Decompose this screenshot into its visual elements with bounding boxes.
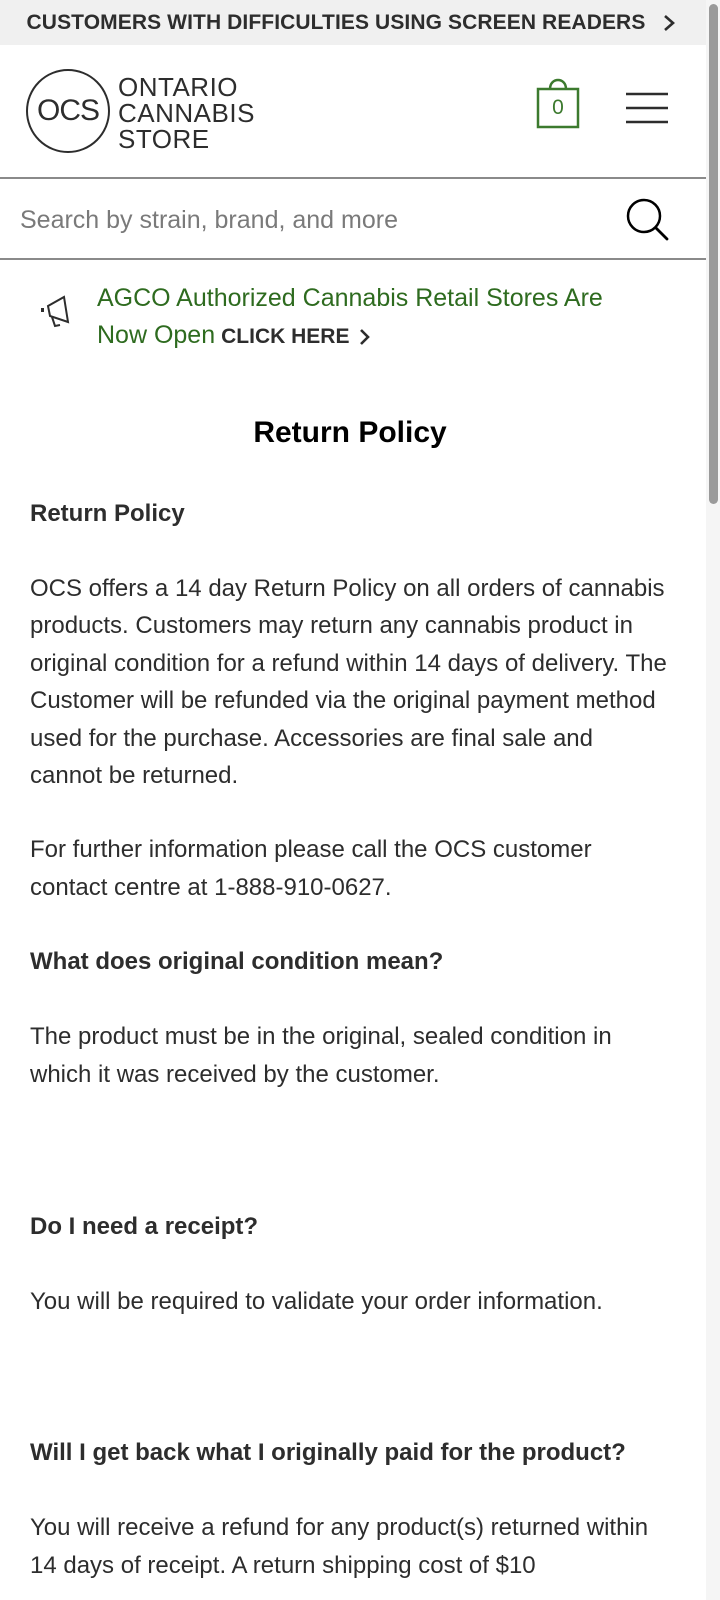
faq-answer-2: You will be required to validate your or… xyxy=(30,1288,603,1316)
click-here-link[interactable]: CLICK HERE xyxy=(221,318,371,355)
faq-answer-3: You will receive a refund for any produc… xyxy=(30,1514,649,1579)
faq-question-3: Will I get back what I originally paid f… xyxy=(30,1439,626,1467)
main-content: Return Policy Return Policy OCS offers a… xyxy=(30,410,670,1584)
chevron-right-icon xyxy=(664,14,676,31)
logo-line-2: CANNABIS xyxy=(118,98,255,128)
announcement-text[interactable]: AGCO Authorized Cannabis Retail Stores A… xyxy=(97,280,657,355)
return-policy-paragraph: OCS offers a 14 day Return Policy on all… xyxy=(30,575,667,790)
logo-line-3: STORE xyxy=(118,124,210,154)
faq-answer-1: The product must be in the original, sea… xyxy=(30,1023,612,1088)
section-heading: Return Policy xyxy=(30,500,185,527)
megaphone-icon xyxy=(41,295,70,328)
cart-count: 0 xyxy=(552,96,564,119)
faq-question-2: Do I need a receipt? xyxy=(30,1213,259,1241)
logo-wordmark[interactable]: ONTARIO CANNABIS STORE xyxy=(118,74,255,152)
scrollbar[interactable] xyxy=(706,0,720,1600)
click-here-label: CLICK HERE xyxy=(221,325,350,348)
search-bar xyxy=(0,179,706,260)
search-input[interactable] xyxy=(18,197,602,243)
contact-paragraph: For further information please call the … xyxy=(30,836,592,901)
scrollbar-thumb[interactable] xyxy=(709,4,718,504)
logo-line-1: ONTARIO xyxy=(118,72,239,102)
page-title: Return Policy xyxy=(253,416,447,449)
accessibility-banner-text: CUSTOMERS WITH DIFFICULTIES USING SCREEN… xyxy=(26,10,646,34)
logo-badge[interactable]: OCS xyxy=(26,69,110,153)
faq-question-1: What does original condition mean? xyxy=(30,948,444,976)
search-icon[interactable] xyxy=(624,196,670,242)
hamburger-menu-icon[interactable] xyxy=(626,92,668,124)
accessibility-banner[interactable]: CUSTOMERS WITH DIFFICULTIES USING SCREEN… xyxy=(0,0,706,45)
announcement-banner: AGCO Authorized Cannabis Retail Stores A… xyxy=(0,270,706,370)
site-header: OCS ONTARIO CANNABIS STORE 0 xyxy=(0,45,706,179)
chevron-right-icon xyxy=(360,328,371,345)
cart-button[interactable]: 0 xyxy=(536,75,584,131)
logo-abbr: OCS xyxy=(36,94,100,127)
